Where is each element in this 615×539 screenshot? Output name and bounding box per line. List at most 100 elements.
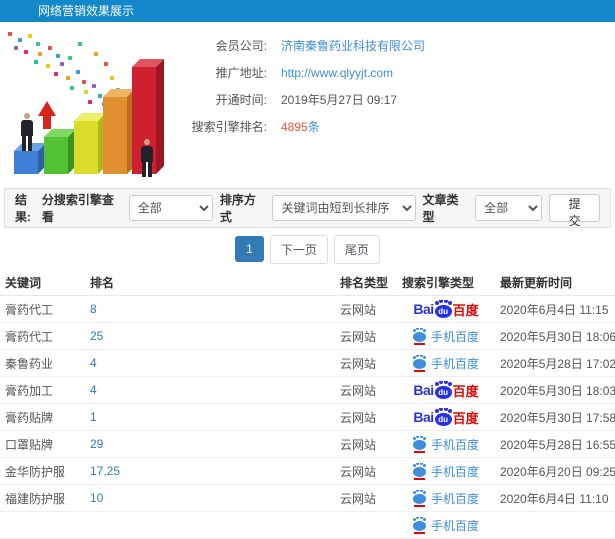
rank-link[interactable]: 4 xyxy=(85,356,335,370)
decorative-chart-image xyxy=(0,28,175,186)
promo-url-label: 推广地址: xyxy=(215,66,267,80)
header-keyword: 关键词 xyxy=(5,276,42,290)
rank-link[interactable]: 4 xyxy=(85,383,335,397)
keyword-cell: 膏药贴牌 xyxy=(5,410,54,425)
engine-cell: Baidu百度 手机百度 xyxy=(397,408,495,427)
baidu-paw-icon xyxy=(412,491,426,507)
updated-cell: 2020年6月20日 09:25 xyxy=(500,464,615,479)
rank-link[interactable]: 1 xyxy=(85,410,335,424)
filter-controls: 分搜索引擎查看 全部 排序方式 关键词由短到长排序 文章类型 全部 提交 xyxy=(41,191,601,228)
engine-cell: Baidu百度 手机百度 xyxy=(397,355,495,372)
keyword-cell: 口罩贴牌 xyxy=(5,437,54,452)
rank-type-cell: 云网站 xyxy=(340,329,377,344)
last-page-button[interactable]: 尾页 xyxy=(333,234,380,264)
table-header-row: 关键词 排名 排名类型 搜索引擎类型 最新更新时间 xyxy=(0,270,615,296)
next-page-button[interactable]: 下一页 xyxy=(269,234,328,264)
chart-bar-orange xyxy=(103,97,127,174)
article-type-select[interactable]: 全部 xyxy=(475,195,543,221)
mobile-baidu-logo: 手机百度 xyxy=(412,490,479,507)
member-info: 会员公司: 济南秦鲁药业科技有限公司 推广地址: http://www.qlyy… xyxy=(172,32,425,140)
rank-unit: 条 xyxy=(307,120,320,134)
updated-cell: 2020年5月28日 17:02 xyxy=(500,356,615,371)
rank-type-cell: 云网站 xyxy=(340,491,377,506)
header-rank: 排名 xyxy=(90,276,115,290)
page-title: 网络营销效果展示 xyxy=(38,4,135,18)
engine-cell: 手机百度 xyxy=(397,517,495,534)
baidu-paw-icon: du xyxy=(434,381,452,399)
sort-filter-label: 排序方式 xyxy=(219,193,256,224)
table-row: 口罩贴牌 29 云网站 Baidu百度 手机百度 2020年5月28日 16:5… xyxy=(0,431,615,458)
keyword-cell: 福建防护服 xyxy=(5,491,66,506)
baidu-paw-icon xyxy=(412,329,426,345)
baidu-logo: Bai du 百度 xyxy=(413,408,479,426)
table-row: 金华防护服 17,25 云网站 Baidu百度 手机百度 2020年6月20日 … xyxy=(0,458,615,485)
engine-cell: Baidu百度 手机百度 xyxy=(397,300,495,319)
engine-filter-label: 分搜索引擎查看 xyxy=(41,193,114,224)
engine-rank-label: 搜索引擎排名: xyxy=(191,120,267,134)
sort-filter-select[interactable]: 关键词由短到长排序 xyxy=(272,195,416,221)
baidu-paw-icon: du xyxy=(434,300,452,318)
filter-panel: 结果: 分搜索引擎查看 全部 排序方式 关键词由短到长排序 文章类型 全部 提交 xyxy=(4,188,611,228)
member-rank-row: 搜索引擎排名: 4895条 xyxy=(172,113,425,140)
table-row: 膏药贴牌 1 云网站 Baidu百度 手机百度 2020年5月30日 17:58 xyxy=(0,404,615,431)
rank-type-cell: 云网站 xyxy=(340,464,377,479)
baidu-paw-icon xyxy=(412,356,426,372)
keyword-cell: 膏药代工 xyxy=(5,329,54,344)
rank-type-cell: 云网站 xyxy=(340,410,377,425)
rank-link[interactable]: 8 xyxy=(85,302,335,316)
pagination: 1 下一页 尾页 xyxy=(0,228,615,270)
keyword-cell: 膏药加工 xyxy=(5,383,54,398)
updated-cell: 2020年5月30日 17:58 xyxy=(500,410,615,425)
rank-type-cell: 云网站 xyxy=(340,383,377,398)
engine-cell: Baidu百度 手机百度 xyxy=(397,490,495,507)
page-1-button[interactable]: 1 xyxy=(235,236,264,262)
company-link[interactable]: 济南秦鲁药业科技有限公司 xyxy=(281,37,425,54)
updated-cell: 2020年5月28日 16:55 xyxy=(500,437,615,452)
keyword-cell: 金华防护服 xyxy=(5,464,66,479)
chart-bar-yellow xyxy=(74,121,98,174)
engine-filter-select[interactable]: 全部 xyxy=(128,195,213,221)
open-time-value: 2019年5月27日 09:17 xyxy=(281,93,398,107)
mobile-baidu-logo: 手机百度 xyxy=(412,436,479,453)
company-label: 会员公司: xyxy=(215,39,267,53)
rank-link[interactable]: 10 xyxy=(85,491,335,505)
rank-link[interactable]: 25 xyxy=(85,329,335,343)
member-open-time-row: 开通时间: 2019年5月27日 09:17 xyxy=(172,86,425,113)
businessman-left-figure xyxy=(20,113,34,151)
table-row: 膏药代工 8 云网站 Baidu百度 手机百度 2020年6月4日 11:15 xyxy=(0,296,615,323)
baidu-paw-icon xyxy=(412,464,426,480)
table-row: 福建防护服 10 云网站 Baidu百度 手机百度 2020年6月4日 11:1… xyxy=(0,485,615,512)
keyword-cell: 秦鲁药业 xyxy=(5,356,54,371)
table-row-partial: 手机百度 xyxy=(0,512,615,539)
engine-cell: Baidu百度 手机百度 xyxy=(397,436,495,453)
engine-cell: Baidu百度 手机百度 xyxy=(397,381,495,400)
baidu-paw-icon xyxy=(412,518,426,534)
article-type-label: 文章类型 xyxy=(422,193,459,224)
updated-cell: 2020年5月30日 18:03 xyxy=(500,383,615,398)
mobile-baidu-logo: 手机百度 xyxy=(412,517,479,534)
mobile-baidu-logo: 手机百度 xyxy=(412,328,479,345)
engine-rank-value: 4895条 xyxy=(281,118,320,135)
chart-bar-blue xyxy=(14,151,38,174)
window-title-bar: 网络营销效果展示 xyxy=(0,0,615,22)
baidu-paw-icon: du xyxy=(434,408,452,426)
rank-link[interactable]: 17,25 xyxy=(85,464,335,478)
header-engine-type: 搜索引擎类型 xyxy=(402,276,475,290)
mobile-baidu-logo: 手机百度 xyxy=(412,355,479,372)
updated-cell: 2020年6月4日 11:10 xyxy=(500,491,609,506)
member-url-row: 推广地址: http://www.qlyyjt.com xyxy=(172,59,425,86)
baidu-logo: Bai du 百度 xyxy=(413,300,479,318)
rank-link[interactable]: 29 xyxy=(85,437,335,451)
submit-button[interactable]: 提交 xyxy=(549,194,601,228)
businessman-right-figure xyxy=(140,139,154,177)
baidu-paw-icon xyxy=(412,437,426,453)
top-section: 会员公司: 济南秦鲁药业科技有限公司 推广地址: http://www.qlyy… xyxy=(0,22,615,188)
table-row: 膏药加工 4 云网站 Baidu百度 手机百度 2020年5月30日 18:03 xyxy=(0,377,615,404)
result-label: 结果: xyxy=(15,193,31,224)
updated-cell: 2020年6月4日 11:15 xyxy=(500,302,609,317)
promo-url-link[interactable]: http://www.qlyyjt.com xyxy=(281,66,393,80)
table-row: 秦鲁药业 4 云网站 Baidu百度 手机百度 2020年5月28日 17:02 xyxy=(0,350,615,377)
rank-type-cell: 云网站 xyxy=(340,356,377,371)
rank-type-cell: 云网站 xyxy=(340,437,377,452)
growth-arrow-icon xyxy=(38,101,56,129)
